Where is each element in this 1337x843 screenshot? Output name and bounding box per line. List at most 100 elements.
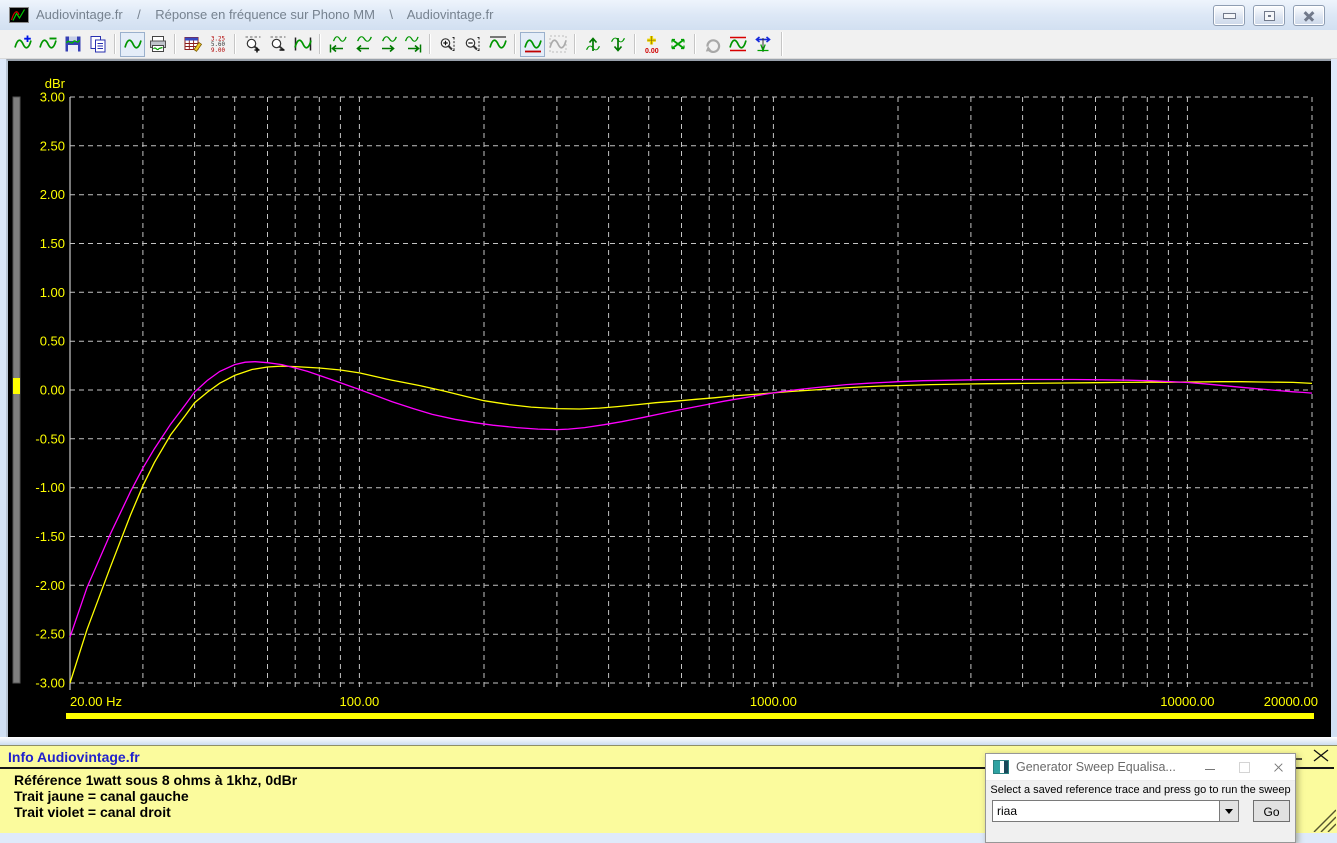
add-trace-button[interactable] xyxy=(10,32,35,57)
table-edit-icon xyxy=(184,37,202,52)
svg-text:1.00: 1.00 xyxy=(40,285,65,300)
chevron-down-icon xyxy=(1225,808,1233,814)
shift-trace-down-button[interactable] xyxy=(605,32,630,57)
splice-traces-button[interactable] xyxy=(665,32,690,57)
limit-lines-button[interactable] xyxy=(725,32,750,57)
x-axis-labels: 20.00 Hz 100.00 1000.00 10000.00 20000.00 xyxy=(70,694,1318,709)
align-tool-button xyxy=(545,32,570,57)
fit-trace-x-button[interactable] xyxy=(290,32,315,57)
svg-text:1000.00: 1000.00 xyxy=(750,694,797,709)
pan-right-end-icon xyxy=(404,36,421,53)
dialog-instruction: Select a saved reference trace and press… xyxy=(990,784,1291,796)
reference-trace-input[interactable] xyxy=(993,801,1219,821)
reference-trace-combo[interactable] xyxy=(992,800,1239,822)
go-button[interactable]: Go xyxy=(1253,800,1290,822)
pan-right-button[interactable] xyxy=(375,32,400,57)
shift-up-icon xyxy=(585,37,600,51)
svg-text:20.00 Hz: 20.00 Hz xyxy=(70,694,122,709)
minimize-button[interactable] xyxy=(1213,5,1245,26)
x-grid xyxy=(142,97,1313,690)
maximize-icon xyxy=(1263,10,1275,21)
dialog-minimize-button[interactable] xyxy=(1193,754,1227,780)
toolbar-separator xyxy=(319,34,321,54)
pan-right-end-button[interactable] xyxy=(400,32,425,57)
dialog-maximize-icon xyxy=(1238,761,1250,773)
svg-text:0.00: 0.00 xyxy=(40,383,65,398)
toolbar-separator xyxy=(634,34,636,54)
save-wave-icon xyxy=(65,36,80,52)
y-axis-unit: dBr xyxy=(45,76,66,91)
pan-left-icon xyxy=(355,36,372,53)
toolbar-separator xyxy=(234,34,236,54)
dialog-close-button[interactable] xyxy=(1261,754,1295,780)
panel-close-button[interactable] xyxy=(1313,749,1329,762)
subtract-trace-button[interactable] xyxy=(35,32,60,57)
toolbar: 3.25 5.60 9.00 0.00 xyxy=(0,30,1337,59)
wave-plus-icon xyxy=(13,35,32,49)
print-graph-button[interactable] xyxy=(145,32,170,57)
gray-tool-icon xyxy=(548,35,567,53)
svg-text:-3.00: -3.00 xyxy=(35,676,65,691)
svg-text:10000.00: 10000.00 xyxy=(1160,694,1214,709)
dialog-controls xyxy=(1193,754,1295,780)
svg-text:3.00: 3.00 xyxy=(40,90,65,105)
zoom-x-in-button[interactable] xyxy=(240,32,265,57)
fit-x-icon xyxy=(293,37,312,51)
info-panel-body: Référence 1watt sous 8 ohms à 1khz, 0dBr… xyxy=(14,772,297,820)
y-grid: 3.00 2.50 2.00 1.50 1.00 0.50 0.00 -0.50 -1.00 -1… xyxy=(35,90,1312,691)
fit-trace-y-button[interactable] xyxy=(485,32,510,57)
toolbar-separator xyxy=(574,34,576,54)
close-button[interactable] xyxy=(1293,5,1325,26)
generator-sweep-dialog: Generator Sweep Equalisa... Select a sav… xyxy=(985,753,1296,843)
dialog-close-icon xyxy=(1273,762,1284,773)
shift-trace-up-button[interactable] xyxy=(580,32,605,57)
show-values-list-button[interactable]: 3.25 5.60 9.00 xyxy=(205,32,230,57)
window-controls xyxy=(1213,5,1325,26)
redo-sweep-button xyxy=(700,32,725,57)
zoom-y-out-icon xyxy=(465,37,480,51)
sweep-progress-bar xyxy=(66,713,1314,719)
zero-offset-button[interactable]: 0.00 xyxy=(640,32,665,57)
level-meter-marker xyxy=(13,378,20,394)
save-trace-button[interactable] xyxy=(60,32,85,57)
dialog-app-icon xyxy=(993,760,1009,774)
dialog-titlebar[interactable]: Generator Sweep Equalisa... xyxy=(986,754,1295,781)
dialog-title: Generator Sweep Equalisa... xyxy=(1016,760,1176,774)
toolbar-separator xyxy=(174,34,176,54)
svg-text:-1.50: -1.50 xyxy=(35,529,65,544)
combo-dropdown-button[interactable] xyxy=(1219,801,1238,821)
zoom-x-out-button[interactable] xyxy=(265,32,290,57)
limit-lines-icon xyxy=(728,36,747,52)
toolbar-separator xyxy=(514,34,516,54)
copy-trace-button[interactable] xyxy=(85,32,110,57)
window-title: Audiovintage.fr / Réponse en fréquence s… xyxy=(36,7,494,22)
zoom-y-out-button[interactable] xyxy=(460,32,485,57)
wave-box-icon xyxy=(123,39,142,49)
zoom-x-out-icon xyxy=(270,36,285,51)
window-bottom-frame xyxy=(0,737,1337,745)
zero-offset-icon: 0.00 xyxy=(645,36,658,54)
pan-left-button[interactable] xyxy=(350,32,375,57)
zoom-y-in-button[interactable] xyxy=(435,32,460,57)
svg-text:-1.00: -1.00 xyxy=(35,480,65,495)
minimize-icon xyxy=(1222,12,1236,19)
redo-gray-icon xyxy=(705,39,720,53)
normalize-icon xyxy=(523,39,542,53)
svg-text:2.00: 2.00 xyxy=(40,187,65,202)
cursor-readout-icon xyxy=(754,36,771,52)
pan-left-end-button[interactable] xyxy=(325,32,350,57)
maximize-button[interactable] xyxy=(1253,5,1285,26)
reference-note: Référence 1watt sous 8 ohms à 1khz, 0dBr xyxy=(14,772,298,788)
toolbar-end-ridge xyxy=(781,32,783,56)
edit-values-table-button[interactable] xyxy=(180,32,205,57)
copy-icon xyxy=(90,36,105,53)
resize-grip[interactable] xyxy=(1312,806,1336,832)
normalize-trace-button[interactable] xyxy=(520,31,545,57)
cursor-readout-button[interactable] xyxy=(750,32,775,57)
toolbar-separator xyxy=(429,34,431,54)
zoom-x-in-icon xyxy=(245,36,260,53)
show-graph-button[interactable] xyxy=(120,31,145,57)
trace-canal-droit xyxy=(69,361,1313,638)
toolbar-separator xyxy=(114,34,116,54)
svg-text:-2.00: -2.00 xyxy=(35,578,65,593)
